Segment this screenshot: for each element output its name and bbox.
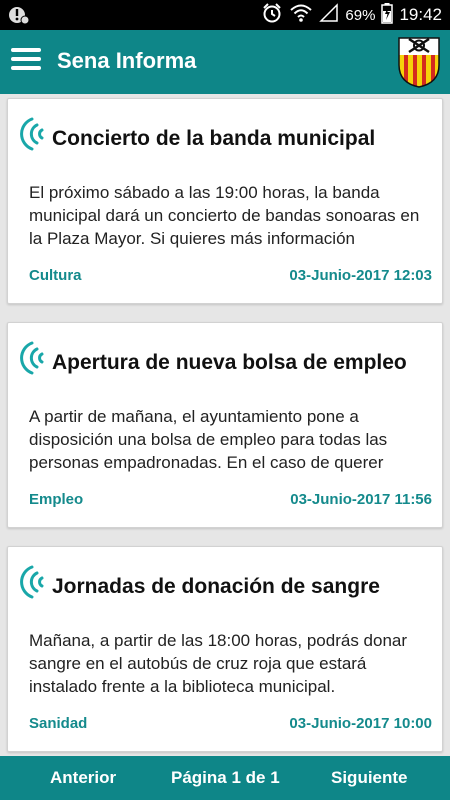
news-card[interactable]: Concierto de la banda municipal El próxi… (7, 98, 443, 304)
news-category: Empleo (29, 491, 84, 508)
news-excerpt: El próximo sábado a las 19:00 horas, la … (29, 183, 420, 248)
alarm-icon (261, 2, 283, 29)
page-indicator: Página 1 de 1 (171, 768, 280, 787)
news-title: Apertura de nueva bolsa de empleo (52, 351, 407, 374)
app-bar: Sena Informa (0, 30, 450, 94)
news-title: Concierto de la banda municipal (52, 127, 376, 150)
coat-of-arms-icon (396, 35, 442, 89)
news-date: 03-Junio-2017 12:03 (289, 267, 432, 284)
news-date: 03-Junio-2017 11:56 (290, 491, 432, 508)
news-card[interactable]: Apertura de nueva bolsa de empleo A part… (7, 322, 443, 528)
status-bar: 69% 19:42 (0, 0, 450, 30)
news-excerpt: A partir de mañana, el ayuntamiento pone… (29, 407, 388, 472)
signal-icon (319, 2, 339, 28)
news-category: Cultura (29, 267, 82, 284)
wifi-icon (289, 3, 313, 28)
clock: 19:42 (399, 5, 442, 24)
broadcast-icon (16, 113, 50, 155)
menu-icon[interactable] (8, 43, 44, 81)
next-button[interactable]: Siguiente (331, 768, 408, 788)
battery-percent: 69% (345, 6, 376, 24)
battery-icon (381, 2, 394, 29)
notification-icon (8, 5, 30, 30)
news-date: 03-Junio-2017 10:00 (289, 715, 432, 732)
news-list[interactable]: Concierto de la banda municipal El próxi… (0, 94, 450, 756)
news-title: Jornadas de donación de sangre (52, 575, 380, 598)
broadcast-icon (16, 337, 50, 379)
news-card[interactable]: Jornadas de donación de sangre Mañana, a… (7, 546, 443, 752)
news-excerpt: Mañana, a partir de las 18:00 horas, pod… (29, 631, 408, 696)
news-category: Sanidad (29, 715, 88, 732)
pagination-bar: Anterior Página 1 de 1 Siguiente (0, 756, 450, 800)
broadcast-icon (16, 561, 50, 603)
app-title: Sena Informa (57, 48, 197, 73)
previous-button[interactable]: Anterior (50, 768, 116, 788)
